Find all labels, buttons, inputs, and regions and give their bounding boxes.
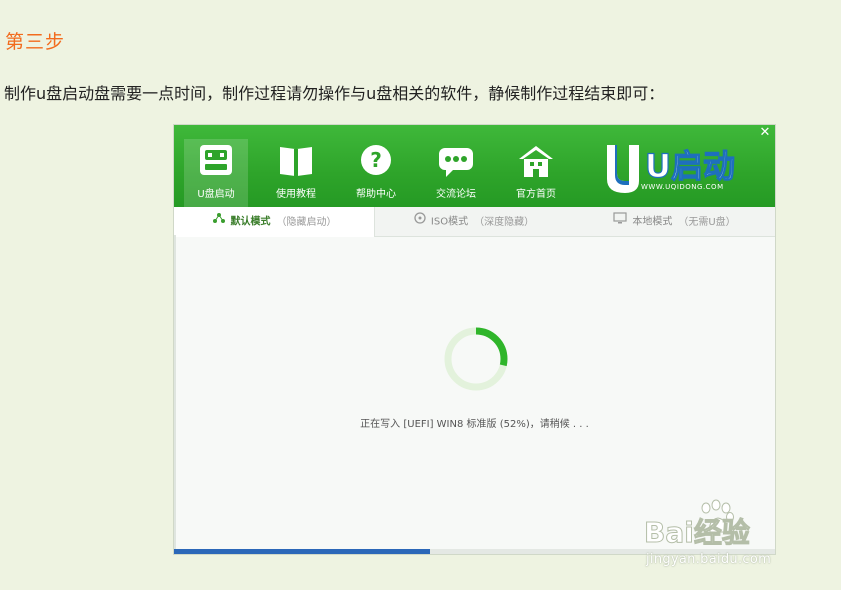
uqidong-app-window: ✕ U盘启动 使用教程 ? 帮助中心 交流论坛 官方首页 U启动 WWW.UQI… <box>174 125 775 554</box>
tab-local-mode[interactable]: 本地模式 （无需U盘） <box>574 207 775 236</box>
nav-label: 交流论坛 <box>436 189 476 200</box>
tab-default-mode[interactable]: 默认模式 （隐藏启动） <box>174 207 375 237</box>
watermark-brand: Bai经验 <box>644 516 750 549</box>
tab-label: 本地模式 <box>632 216 673 228</box>
share-nodes-icon <box>212 207 226 236</box>
question-icon: ? <box>356 143 396 179</box>
book-icon <box>276 143 316 179</box>
watermark-url: jingyan.baidu.com <box>646 552 772 567</box>
logo-wordmark: U启动 <box>645 147 735 185</box>
taskbar-strip <box>174 549 430 554</box>
step-description: 制作u盘启动盘需要一点时间，制作过程请勿操作与u盘相关的软件，静候制作过程结束即… <box>4 84 665 103</box>
nav-help-center[interactable]: ? 帮助中心 <box>344 135 408 207</box>
tab-hint: （隐藏启动） <box>276 216 337 228</box>
app-header: ✕ U盘启动 使用教程 ? 帮助中心 交流论坛 官方首页 U启动 WWW.UQI… <box>174 125 775 207</box>
tab-hint: （无需U盘） <box>678 216 736 228</box>
nav-label: 使用教程 <box>276 189 316 200</box>
uqidong-logo: U启动 WWW.UQIDONG.COM <box>601 137 761 199</box>
baidu-jingyan-watermark: Bai经验 jingyan.baidu.com <box>644 496 804 576</box>
tab-iso-mode[interactable]: ISO模式 （深度隐藏） <box>374 207 574 236</box>
disc-icon <box>414 207 426 236</box>
progress-spinner <box>442 325 510 393</box>
nav-usb-boot[interactable]: U盘启动 <box>184 139 248 207</box>
chat-bubble-icon <box>436 143 476 179</box>
status-text: 正在写入 [UEFI] WIN8 标准版 (52%)，请稍候 . . . <box>360 419 589 430</box>
usb-drive-icon <box>196 143 236 179</box>
nav-homepage[interactable]: 官方首页 <box>504 135 568 207</box>
tab-hint: （深度隐藏） <box>474 216 535 228</box>
house-icon <box>516 143 556 179</box>
logo-url: WWW.UQIDONG.COM <box>641 183 724 191</box>
nav-tutorial[interactable]: 使用教程 <box>264 135 328 207</box>
nav-label: U盘启动 <box>197 189 235 200</box>
nav-label: 官方首页 <box>516 189 556 200</box>
tab-label: 默认模式 <box>230 216 271 228</box>
nav-label: 帮助中心 <box>356 189 396 200</box>
mode-tabs: 默认模式 （隐藏启动） ISO模式 （深度隐藏） 本地模式 （无需U盘） <box>174 207 775 237</box>
step-heading: 第三步 <box>5 31 66 53</box>
tab-label: ISO模式 <box>430 216 469 228</box>
left-divider <box>174 235 176 549</box>
svg-text:?: ? <box>370 148 382 172</box>
nav-forum[interactable]: 交流论坛 <box>424 135 488 207</box>
monitor-icon <box>613 207 627 236</box>
